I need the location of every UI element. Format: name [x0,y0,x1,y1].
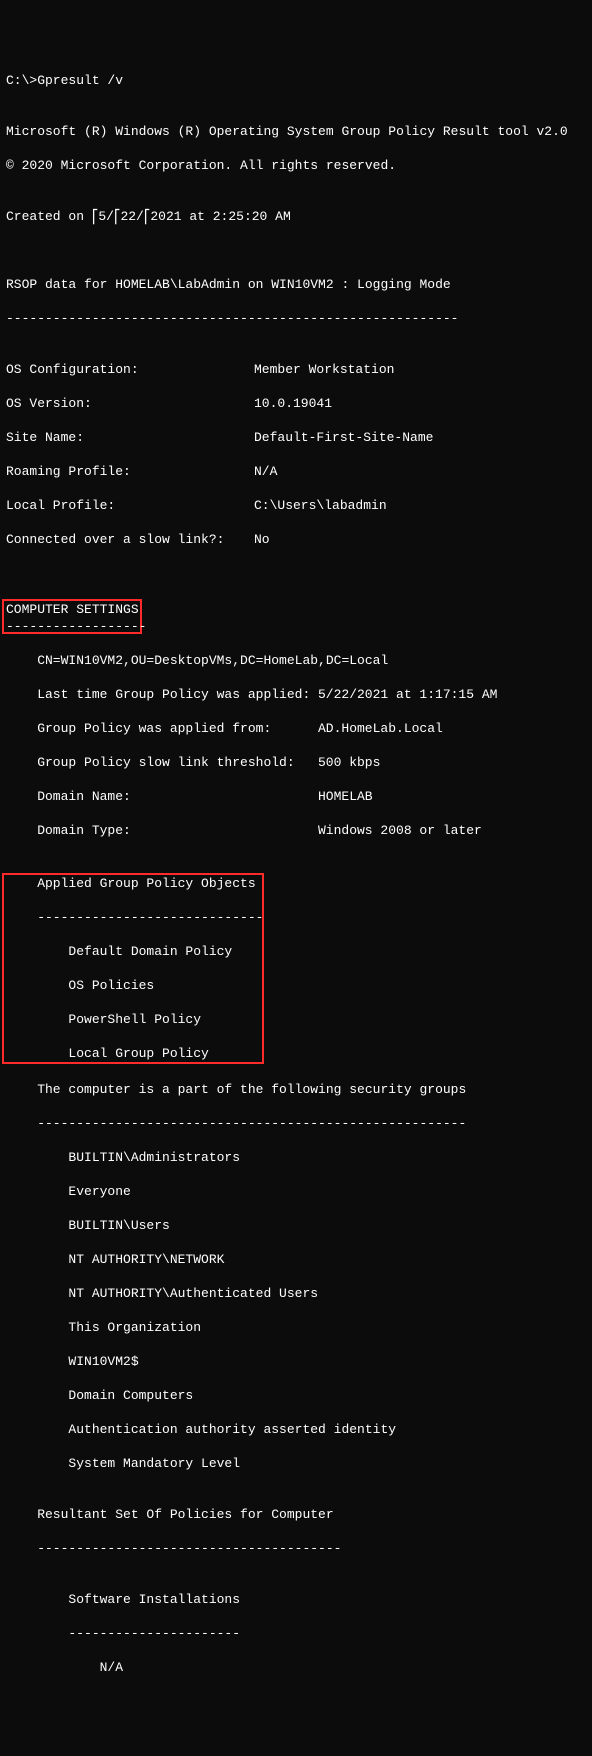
agpo-dash: ----------------------------- [6,909,260,926]
sec-title: The computer is a part of the following … [6,1081,586,1098]
highlight-agpo: Applied Group Policy Objects -----------… [2,873,264,1064]
sec-item-7: WIN10VM2$ [6,1353,586,1370]
gp-cn: CN=WIN10VM2,OU=DesktopVMs,DC=HomeLab,DC=… [6,652,586,669]
sw-na: N/A [6,1659,586,1676]
command-prompt[interactable]: C:\>Gpresult /v [6,72,586,89]
sw-dash: ---------------------- [6,1625,586,1642]
highlight-computer-settings: COMPUTER SETTINGS ------------------ [2,599,142,634]
roaming-profile: Roaming Profile:N/A [6,463,586,480]
os-config-value: Member Workstation [254,362,394,377]
rsop2-dash: --------------------------------------- [6,1540,586,1557]
gp-threshold-label: Group Policy slow link threshold: [6,754,318,771]
rsop-header: RSOP data for HOMELAB\LabAdmin on WIN10V… [6,276,586,293]
os-version-value: 10.0.19041 [254,396,332,411]
slow-link-value: No [254,532,270,547]
sec-item-8: Domain Computers [6,1387,586,1404]
created-seg1: 5/ [98,209,114,224]
agpo-item-1: Default Domain Policy [6,943,260,960]
sec-item-9: Authentication authority asserted identi… [6,1421,586,1438]
local-profile-label: Local Profile: [6,497,254,514]
os-config-label: OS Configuration: [6,361,254,378]
created-seg2: 22/ [120,209,143,224]
gp-threshold: Group Policy slow link threshold:500 kbp… [6,754,586,771]
created-prefix: Created on [6,209,92,224]
sec-item-3: BUILTIN\Users [6,1217,586,1234]
gp-last: Last time Group Policy was applied:5/22/… [6,686,586,703]
created-on: Created on ⎡5/⎡22/⎡2021 at 2:25:20 AM [6,208,586,225]
rsop2-title: Resultant Set Of Policies for Computer [6,1506,586,1523]
gp-from-value: AD.HomeLab.Local [318,721,443,736]
os-config: OS Configuration:Member Workstation [6,361,586,378]
agpo-item-3: PowerShell Policy [6,1011,260,1028]
sec-item-6: This Organization [6,1319,586,1336]
gp-type-value: Windows 2008 or later [318,823,482,838]
sec-dash: ----------------------------------------… [6,1115,586,1132]
computer-settings-title: COMPUTER SETTINGS [6,602,139,617]
os-version: OS Version:10.0.19041 [6,395,586,412]
sec-item-2: Everyone [6,1183,586,1200]
gp-from-label: Group Policy was applied from: [6,720,318,737]
site-name: Site Name:Default-First-Site-Name [6,429,586,446]
gp-domain-label: Domain Name: [6,788,318,805]
roaming-profile-label: Roaming Profile: [6,463,254,480]
sec-item-10: System Mandatory Level [6,1455,586,1472]
os-version-label: OS Version: [6,395,254,412]
tool-header-1: Microsoft (R) Windows (R) Operating Syst… [6,123,586,140]
site-name-value: Default-First-Site-Name [254,430,433,445]
computer-settings-dash: ------------------ [6,619,146,634]
gp-type: Domain Type:Windows 2008 or later [6,822,586,839]
up-arrow-icon: ⎡ [92,209,99,226]
local-profile-value: C:\Users\labadmin [254,498,387,513]
sec-item-4: NT AUTHORITY\NETWORK [6,1251,586,1268]
gp-domain-value: HOMELAB [318,789,373,804]
tool-header-2: © 2020 Microsoft Corporation. All rights… [6,157,586,174]
sec-item-5: NT AUTHORITY\Authenticated Users [6,1285,586,1302]
up-arrow-icon: ⎡ [144,209,151,226]
computer-settings-row: COMPUTER SETTINGS ------------------ [6,599,586,635]
gp-domain: Domain Name:HOMELAB [6,788,586,805]
site-name-label: Site Name: [6,429,254,446]
up-arrow-icon: ⎡ [114,209,121,226]
slow-link-label: Connected over a slow link?: [6,531,254,548]
local-profile: Local Profile:C:\Users\labadmin [6,497,586,514]
slow-link: Connected over a slow link?:No [6,531,586,548]
sw-title: Software Installations [6,1591,586,1608]
agpo-item-4: Local Group Policy [6,1045,260,1062]
created-rest: 2021 at 2:25:20 AM [150,209,290,224]
gp-from: Group Policy was applied from:AD.HomeLab… [6,720,586,737]
roaming-profile-value: N/A [254,464,277,479]
gp-type-label: Domain Type: [6,822,318,839]
gp-last-value: 5/22/2021 at 1:17:15 AM [318,687,497,702]
gp-threshold-value: 500 kbps [318,755,380,770]
agpo-item-2: OS Policies [6,977,260,994]
sec-item-1: BUILTIN\Administrators [6,1149,586,1166]
rsop-dash: ----------------------------------------… [6,310,586,327]
gp-last-label: Last time Group Policy was applied: [6,686,318,703]
